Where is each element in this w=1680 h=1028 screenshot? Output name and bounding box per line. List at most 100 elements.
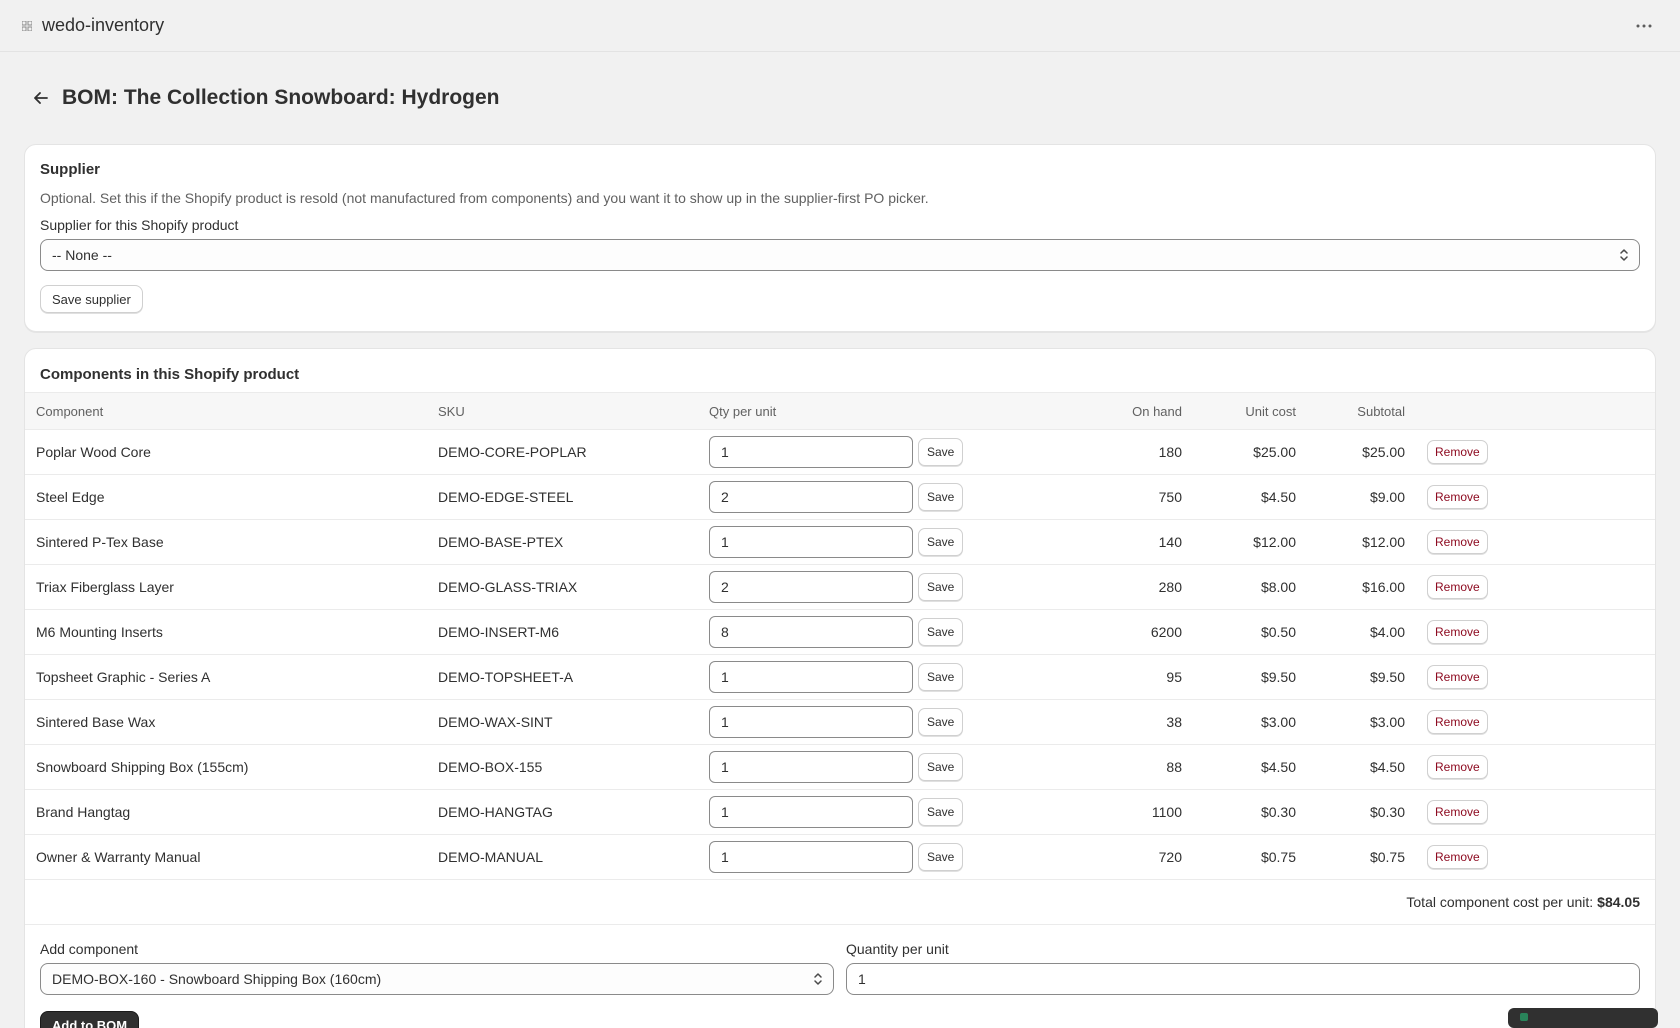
save-qty-button[interactable]: Save — [918, 618, 964, 646]
qty-cell: 1 Save — [698, 745, 1098, 790]
component-sku: DEMO-BASE-PTEX — [438, 534, 564, 550]
column-header-qty: Qty per unit — [709, 403, 777, 419]
table-row: Owner & Warranty Manual DEMO-MANUAL 1 Save 7… — [25, 835, 1655, 880]
unit-cost-value: $3.00 — [1260, 714, 1296, 730]
remove-button[interactable]: Remove — [1427, 485, 1488, 509]
save-qty-button[interactable]: Save — [918, 753, 964, 781]
arrow-left-icon[interactable] — [28, 85, 54, 111]
actions-cell: Remove — [1416, 565, 1655, 610]
component-sku: DEMO-TOPSHEET-A — [438, 669, 574, 685]
on-hand-value: 88 — [1166, 759, 1182, 775]
save-qty-button[interactable]: Save — [918, 798, 964, 826]
remove-button[interactable]: Remove — [1427, 710, 1488, 734]
total-label: Total component cost per unit: — [1406, 894, 1594, 910]
select-chevron-icon — [1619, 247, 1629, 266]
actions-cell: Remove — [1416, 520, 1655, 565]
actions-cell: Remove — [1416, 610, 1655, 655]
qty-input[interactable]: 2 — [709, 481, 913, 513]
unit-cost-value: $4.50 — [1260, 759, 1296, 775]
table-row: Steel Edge DEMO-EDGE-STEEL 2 Save 750 $4.50 $9… — [25, 475, 1655, 520]
status-toast — [1508, 1008, 1658, 1028]
component-name: Snowboard Shipping Box (155cm) — [36, 759, 249, 775]
on-hand-value: 95 — [1166, 669, 1182, 685]
qty-input[interactable]: 1 — [709, 796, 913, 828]
supplier-select-value: -- None -- — [52, 247, 112, 263]
component-sku: DEMO-CORE-POPLAR — [438, 444, 587, 460]
table-row: Sintered Base Wax DEMO-WAX-SINT 1 Save 38 $3.… — [25, 700, 1655, 745]
save-qty-button[interactable]: Save — [918, 483, 964, 511]
qty-input[interactable]: 1 — [709, 526, 913, 558]
table-row: Poplar Wood Core DEMO-CORE-POPLAR 1 Save 180… — [25, 430, 1655, 475]
remove-button[interactable]: Remove — [1427, 620, 1488, 644]
qty-input[interactable]: 1 — [709, 706, 913, 738]
component-name: Sintered Base Wax — [36, 714, 156, 730]
remove-button[interactable]: Remove — [1427, 755, 1488, 779]
qty-input[interactable]: 2 — [709, 571, 913, 603]
qty-cell: 1 Save — [698, 835, 1098, 880]
subtotal-value: $16.00 — [1362, 579, 1405, 595]
qty-cell: 8 Save — [698, 610, 1098, 655]
subtotal-value: $12.00 — [1362, 534, 1405, 550]
qty-input[interactable]: 1 — [709, 841, 913, 873]
component-name: Triax Fiberglass Layer — [36, 579, 174, 595]
qty-input[interactable]: 8 — [709, 616, 913, 648]
qty-cell: 1 Save — [698, 520, 1098, 565]
components-heading: Components in this Shopify product — [40, 366, 300, 383]
on-hand-value: 38 — [1166, 714, 1182, 730]
component-name: Sintered P-Tex Base — [36, 534, 164, 550]
component-sku: DEMO-INSERT-M6 — [438, 624, 560, 640]
save-qty-button[interactable]: Save — [918, 843, 964, 871]
subtotal-value: $9.00 — [1369, 489, 1405, 505]
remove-button[interactable]: Remove — [1427, 800, 1488, 824]
component-sku: DEMO-GLASS-TRIAX — [438, 579, 578, 595]
add-component-select-value: DEMO-BOX-160 - Snowboard Shipping Box (1… — [52, 971, 382, 987]
table-row: Brand Hangtag DEMO-HANGTAG 1 Save 1100 $0.30 $… — [25, 790, 1655, 835]
remove-button[interactable]: Remove — [1427, 530, 1488, 554]
save-qty-button[interactable]: Save — [918, 708, 964, 736]
unit-cost-value: $12.00 — [1253, 534, 1296, 550]
on-hand-value: 140 — [1158, 534, 1182, 550]
qty-input[interactable]: 1 — [709, 661, 913, 693]
component-name: Owner & Warranty Manual — [36, 849, 201, 865]
component-sku: DEMO-MANUAL — [438, 849, 544, 865]
page-header: BOM: The Collection Snowboard: Hydrogen — [24, 52, 1656, 130]
save-qty-button[interactable]: Save — [918, 573, 964, 601]
qty-cell: 1 Save — [698, 655, 1098, 700]
actions-cell: Remove — [1416, 700, 1655, 745]
component-sku: DEMO-EDGE-STEEL — [438, 489, 574, 505]
unit-cost-value: $8.00 — [1260, 579, 1296, 595]
subtotal-value: $4.00 — [1369, 624, 1405, 640]
components-card: Components in this Shopify product Compo… — [24, 348, 1656, 1028]
remove-button[interactable]: Remove — [1427, 665, 1488, 689]
save-qty-button[interactable]: Save — [918, 663, 964, 691]
column-header-sku: SKU — [438, 403, 465, 419]
save-qty-button[interactable]: Save — [918, 438, 964, 466]
qty-input[interactable]: 1 — [709, 751, 913, 783]
remove-button[interactable]: Remove — [1427, 440, 1488, 464]
save-qty-button[interactable]: Save — [918, 528, 964, 556]
total-row: Total component cost per unit: $84.05 — [25, 880, 1655, 925]
more-horizontal-icon[interactable] — [1630, 12, 1658, 40]
column-header-on-hand: On hand — [1132, 403, 1182, 419]
qty-input[interactable]: 1 — [709, 436, 913, 468]
table-row: Sintered P-Tex Base DEMO-BASE-PTEX 1 Save 14… — [25, 520, 1655, 565]
remove-button[interactable]: Remove — [1427, 575, 1488, 599]
supplier-select[interactable]: -- None -- — [40, 239, 1640, 271]
select-chevron-icon — [813, 971, 823, 990]
page-title: BOM: The Collection Snowboard: Hydrogen — [62, 86, 500, 109]
column-header-unit-cost: Unit cost — [1245, 403, 1296, 419]
add-component-select[interactable]: DEMO-BOX-160 - Snowboard Shipping Box (1… — [40, 963, 834, 995]
add-component-label: Add component — [40, 941, 139, 957]
subtotal-value: $4.50 — [1369, 759, 1405, 775]
unit-cost-value: $25.00 — [1253, 444, 1296, 460]
quantity-per-unit-input[interactable]: 1 — [846, 963, 1640, 995]
unit-cost-value: $0.75 — [1260, 849, 1296, 865]
component-name: Brand Hangtag — [36, 804, 131, 820]
subtotal-value: $0.30 — [1369, 804, 1405, 820]
app-grid-icon — [22, 20, 32, 31]
actions-cell: Remove — [1416, 655, 1655, 700]
save-supplier-button[interactable]: Save supplier — [40, 285, 143, 313]
component-name: M6 Mounting Inserts — [36, 624, 163, 640]
subtotal-value: $25.00 — [1362, 444, 1405, 460]
remove-button[interactable]: Remove — [1427, 845, 1488, 869]
